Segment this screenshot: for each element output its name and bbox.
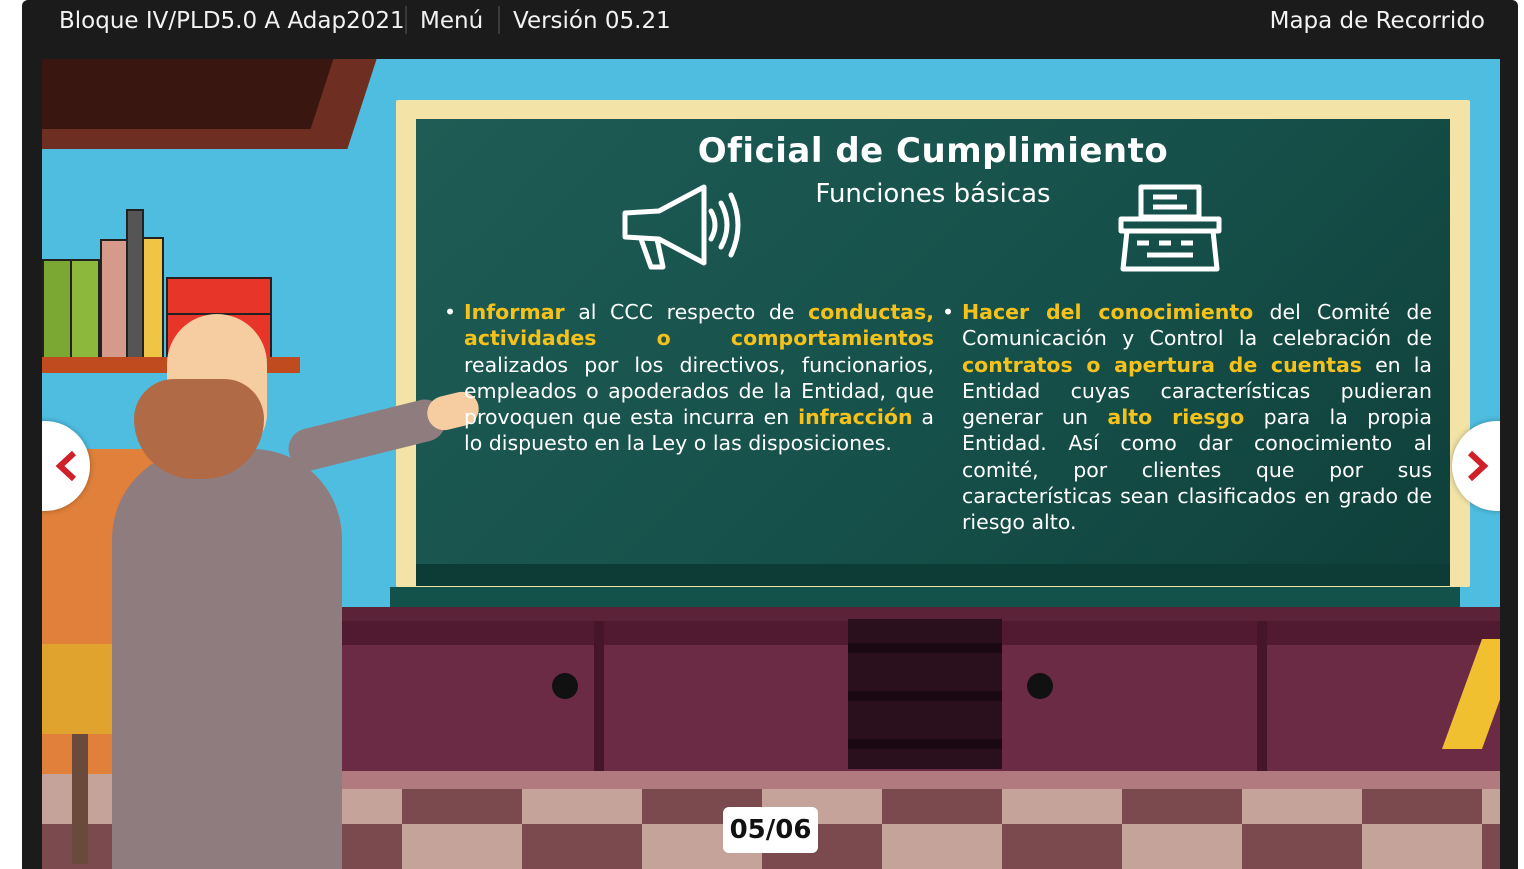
typewriter-icon: [1118, 184, 1222, 272]
chevron-left-icon: [55, 451, 77, 481]
book: [70, 259, 100, 361]
separator: [405, 6, 407, 34]
book: [142, 237, 164, 361]
highlight-informar: Informar: [464, 300, 565, 324]
highlight-alto-riesgo: alto riesgo: [1107, 405, 1245, 430]
desk-drawer: [848, 619, 1002, 769]
megaphone-icon: [622, 184, 741, 270]
version-label: Versión 05.21: [513, 8, 671, 34]
book: [42, 259, 72, 361]
menu-button[interactable]: Menú: [420, 8, 483, 34]
slide-stage: Oficial de Cumplimiento Funciones básica…: [42, 59, 1500, 869]
book: [166, 277, 272, 315]
chalk-ledge: [390, 587, 1460, 609]
highlight-hacer-conocimiento: Hacer del conocimiento: [962, 300, 1254, 324]
slide-title: Oficial de Cumplimiento: [697, 131, 1169, 171]
book: [100, 239, 128, 361]
desk-knob: [1027, 673, 1053, 699]
left-function-text: • Informar al CCC respecto de conductas,…: [444, 300, 934, 456]
course-title: Bloque IV/PLD5.0 A Adap2021: [59, 8, 405, 34]
table-leg: [72, 734, 88, 864]
slide-subtitle: Funciones básicas: [815, 179, 1051, 209]
desk-divider: [1257, 621, 1267, 771]
top-bar: Bloque IV/PLD5.0 A Adap2021 Menú Versión…: [22, 0, 1518, 46]
baseboard: [342, 771, 1500, 789]
wall-panel-dark: [42, 59, 334, 129]
chevron-right-icon: [1467, 451, 1489, 481]
separator: [498, 6, 500, 34]
route-map-button[interactable]: Mapa de Recorrido: [1270, 8, 1485, 34]
highlight-contratos: contratos o apertura de cuentas: [962, 352, 1362, 377]
highlight-infraccion: infracción: [798, 405, 913, 430]
character-body: [112, 449, 342, 869]
chalkboard-bottom: [416, 564, 1450, 586]
desk-knob: [552, 673, 578, 699]
right-function-text: • Hacer del conocimiento del Comité de C…: [942, 300, 1432, 535]
desk-divider: [594, 621, 604, 771]
slide-counter: 05/06: [723, 807, 818, 853]
